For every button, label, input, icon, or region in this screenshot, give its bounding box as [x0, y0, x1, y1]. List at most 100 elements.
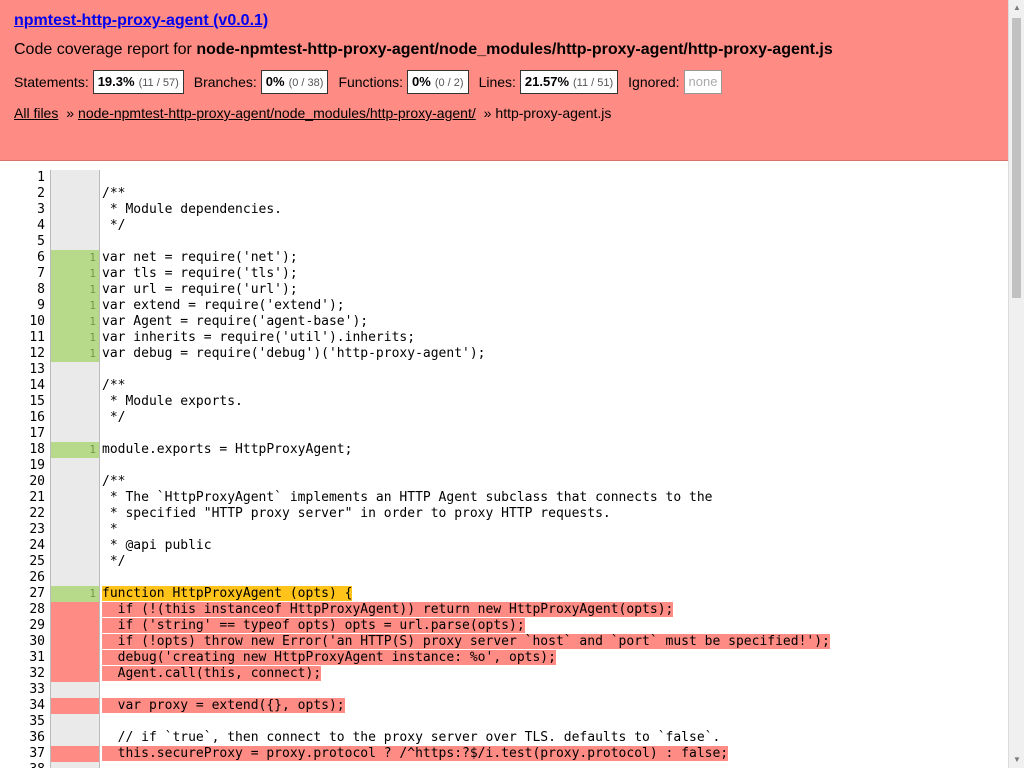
line-number: 37: [29, 746, 45, 761]
line-number: 9: [37, 298, 45, 313]
line-number: 18: [29, 442, 45, 457]
line-hit-count: [50, 570, 100, 586]
code-line: 13: [0, 362, 1008, 378]
line-source: */: [102, 410, 126, 425]
stat-value-box: 0% (0 / 38): [260, 70, 329, 94]
breadcrumb-folder[interactable]: node-npmtest-http-proxy-agent/node_modul…: [78, 105, 476, 121]
stat-statements: Statements: 19.3% (11 / 57): [14, 70, 184, 94]
code-line: 9 1 var extend = require('extend');: [0, 298, 1008, 314]
line-source: /**: [102, 474, 126, 489]
line-source: [100, 362, 102, 378]
stat-frac: (11 / 51): [573, 77, 614, 89]
breadcrumb: All files » node-npmtest-http-proxy-agent…: [14, 104, 994, 122]
code-line: 11 1 var inherits = require('util').inheri…: [0, 330, 1008, 346]
line-number: 24: [29, 538, 45, 553]
line-number: 19: [29, 458, 45, 473]
line-source: * The `HttpProxyAgent` implements an HTT…: [102, 490, 713, 505]
code-line: 23 *: [0, 522, 1008, 538]
line-hit-count: 1: [50, 586, 100, 602]
line-source: */: [102, 218, 126, 233]
line-source: var Agent = require('agent-base');: [102, 314, 369, 329]
project-title-link[interactable]: npmtest-http-proxy-agent (v0.0.1): [14, 11, 268, 31]
code-line: 22 * specified "HTTP proxy server" in or…: [0, 506, 1008, 522]
code-line: 25 */: [0, 554, 1008, 570]
line-hit-count: 1: [50, 266, 100, 282]
stat-label: Statements:: [14, 74, 89, 90]
line-hit-count: [50, 650, 100, 666]
report-header: npmtest-http-proxy-agent (v0.0.1) Code c…: [0, 0, 1008, 161]
code-line: 21 * The `HttpProxyAgent` implements an …: [0, 490, 1008, 506]
line-hit-count: [50, 602, 100, 618]
line-number: 31: [29, 650, 45, 665]
line-hit-count: 1: [50, 298, 100, 314]
line-hit-count: [50, 458, 100, 474]
line-source: * Module exports.: [102, 394, 243, 409]
source-code-view: 1 2/** 3 * Module dependencies. 4 */5 6 1 var …: [0, 170, 1008, 768]
line-source: var inherits = require('util').inherits;: [102, 330, 416, 345]
line-source: var tls = require('tls');: [102, 266, 298, 281]
line-hit-count: [50, 762, 100, 768]
line-number: 20: [29, 474, 45, 489]
line-source: [100, 458, 102, 474]
code-line: 33: [0, 682, 1008, 698]
scroll-up-arrow-icon[interactable]: ▲: [1009, 0, 1024, 16]
line-source: module.exports = HttpProxyAgent;: [102, 442, 353, 457]
coverage-stats: Statements: 19.3% (11 / 57) Branches: 0%(…: [14, 69, 994, 95]
line-hit-count: [50, 666, 100, 682]
code-line: 35: [0, 714, 1008, 730]
scrollbar-thumb[interactable]: [1012, 18, 1021, 298]
code-line: 27 1 function HttpProxyAgent (opts) {: [0, 586, 1008, 602]
line-number: 29: [29, 618, 45, 633]
breadcrumb-separator: »: [483, 105, 492, 121]
stat-value-box: 0% (0 / 2): [407, 70, 469, 94]
code-line: 14 /**: [0, 378, 1008, 394]
line-number: 26: [29, 570, 45, 585]
stat-pct: 0%: [265, 74, 285, 89]
code-line: 28 if (!(this instanceof HttpProxyAgent)…: [0, 602, 1008, 618]
breadcrumb-all-files[interactable]: All files: [14, 105, 58, 121]
stat-label: Ignored:: [628, 74, 680, 90]
report-subtitle: Code coverage report for node-npmtest-ht…: [14, 40, 994, 60]
stat-ignored: Ignored: none: [628, 70, 723, 94]
code-line: 18 1 module.exports = HttpProxyAgent;: [0, 442, 1008, 458]
code-line: 38: [0, 762, 1008, 768]
line-source: Agent.call(this, connect);: [102, 666, 322, 681]
line-source: if ('string' == typeof opts) opts = url.…: [102, 618, 525, 633]
stat-frac: (0 / 2): [434, 77, 464, 89]
line-hit-count: 1: [50, 442, 100, 458]
line-hit-count: [50, 474, 100, 490]
stat-branches: Branches: 0% (0 / 38): [194, 70, 329, 94]
line-hit-count: 1: [50, 346, 100, 362]
line-number: 12: [29, 346, 45, 361]
line-source: /**: [102, 186, 126, 201]
line-number: 8: [37, 282, 45, 297]
line-source: [100, 714, 102, 730]
line-source: * Module dependencies.: [102, 202, 283, 217]
scroll-down-arrow-icon[interactable]: ▼: [1009, 752, 1024, 768]
line-source: * @api public: [102, 538, 212, 553]
line-source: */: [102, 554, 126, 569]
line-hit-count: [50, 506, 100, 522]
code-line: 15 * Module exports.: [0, 394, 1008, 410]
line-number: 15: [29, 394, 45, 409]
line-hit-count: [50, 490, 100, 506]
line-source: [100, 426, 102, 442]
stat-label: Branches:: [193, 74, 257, 90]
line-source: function HttpProxyAgent (opts) {: [102, 586, 353, 601]
stat-pct: 21.57%: [524, 74, 570, 89]
stat-pct: 19.3%: [97, 74, 135, 89]
code-line: 5: [0, 234, 1008, 250]
breadcrumb-separator: »: [66, 105, 75, 121]
code-line: 19: [0, 458, 1008, 474]
code-line: 34 var proxy = extend({}, opts);: [0, 698, 1008, 714]
vertical-scrollbar[interactable]: ▲ ▼: [1008, 0, 1024, 768]
line-hit-count: [50, 554, 100, 570]
file-path: node-npmtest-http-proxy-agent/node_modul…: [196, 41, 833, 58]
line-hit-count: [50, 730, 100, 746]
line-source: [100, 170, 102, 186]
line-source: this.secureProxy = proxy.protocol ? /^ht…: [102, 746, 729, 761]
line-number: 6: [37, 250, 45, 265]
code-line: 12 1 var debug = require('debug')('http-pr…: [0, 346, 1008, 362]
code-line: 32 Agent.call(this, connect);: [0, 666, 1008, 682]
line-hit-count: [50, 522, 100, 538]
